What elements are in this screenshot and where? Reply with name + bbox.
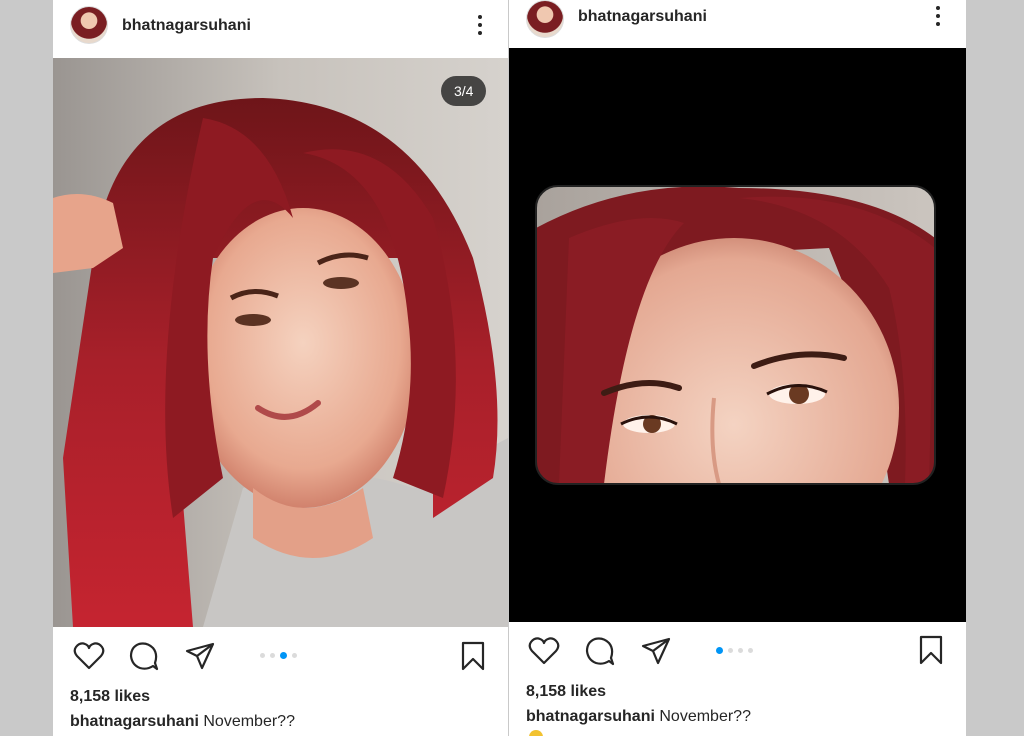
carousel-dot [738, 648, 743, 653]
likes-count[interactable]: 8,158 likes [526, 683, 606, 701]
bookmark-icon[interactable] [918, 635, 944, 665]
bookmark-icon[interactable] [460, 641, 486, 671]
carousel-dot [728, 648, 733, 653]
carousel-dots [260, 652, 297, 659]
more-options-icon[interactable] [477, 15, 483, 37]
selfie-photo [53, 58, 508, 627]
eyes-closeup-photo [509, 48, 966, 622]
share-icon[interactable] [185, 641, 215, 671]
avatar[interactable] [70, 6, 108, 44]
sun-emoji-icon [529, 730, 543, 736]
post-header: bhatnagarsuhani [509, 0, 966, 48]
carousel-dot [292, 653, 297, 658]
post-image[interactable]: 3/4 [53, 58, 508, 627]
more-options-icon[interactable] [935, 6, 941, 28]
caption-text: November?? [203, 713, 295, 730]
caption-text: November?? [659, 708, 751, 725]
avatar[interactable] [526, 0, 564, 38]
post-actions [509, 622, 966, 678]
heart-icon[interactable] [73, 641, 105, 671]
carousel-dots [716, 647, 753, 654]
carousel-dot-active [716, 647, 723, 654]
post-caption: bhatnagarsuhani November?? [526, 708, 751, 726]
carousel-dot [748, 648, 753, 653]
carousel-dot-active [280, 652, 287, 659]
post-image[interactable] [509, 48, 966, 622]
post-caption: bhatnagarsuhani November?? [70, 713, 295, 731]
likes-count[interactable]: 8,158 likes [70, 688, 150, 706]
share-icon[interactable] [641, 636, 671, 666]
post-card-left: bhatnagarsuhani 3/4 8,158 likes bhatnaga… [53, 0, 508, 736]
comment-icon[interactable] [585, 636, 615, 666]
post-username[interactable]: bhatnagarsuhani [122, 17, 251, 35]
post-header: bhatnagarsuhani [53, 0, 508, 58]
heart-icon[interactable] [528, 636, 560, 666]
post-username[interactable]: bhatnagarsuhani [578, 8, 707, 26]
caption-username[interactable]: bhatnagarsuhani [70, 713, 199, 730]
carousel-dot [270, 653, 275, 658]
caption-username[interactable]: bhatnagarsuhani [526, 708, 655, 725]
post-actions [53, 627, 508, 687]
post-card-right: bhatnagarsuhani 8,158 likes bhatnagarsuh… [509, 0, 966, 736]
carousel-counter-badge: 3/4 [441, 76, 487, 106]
carousel-dot [260, 653, 265, 658]
comment-icon[interactable] [129, 641, 159, 671]
